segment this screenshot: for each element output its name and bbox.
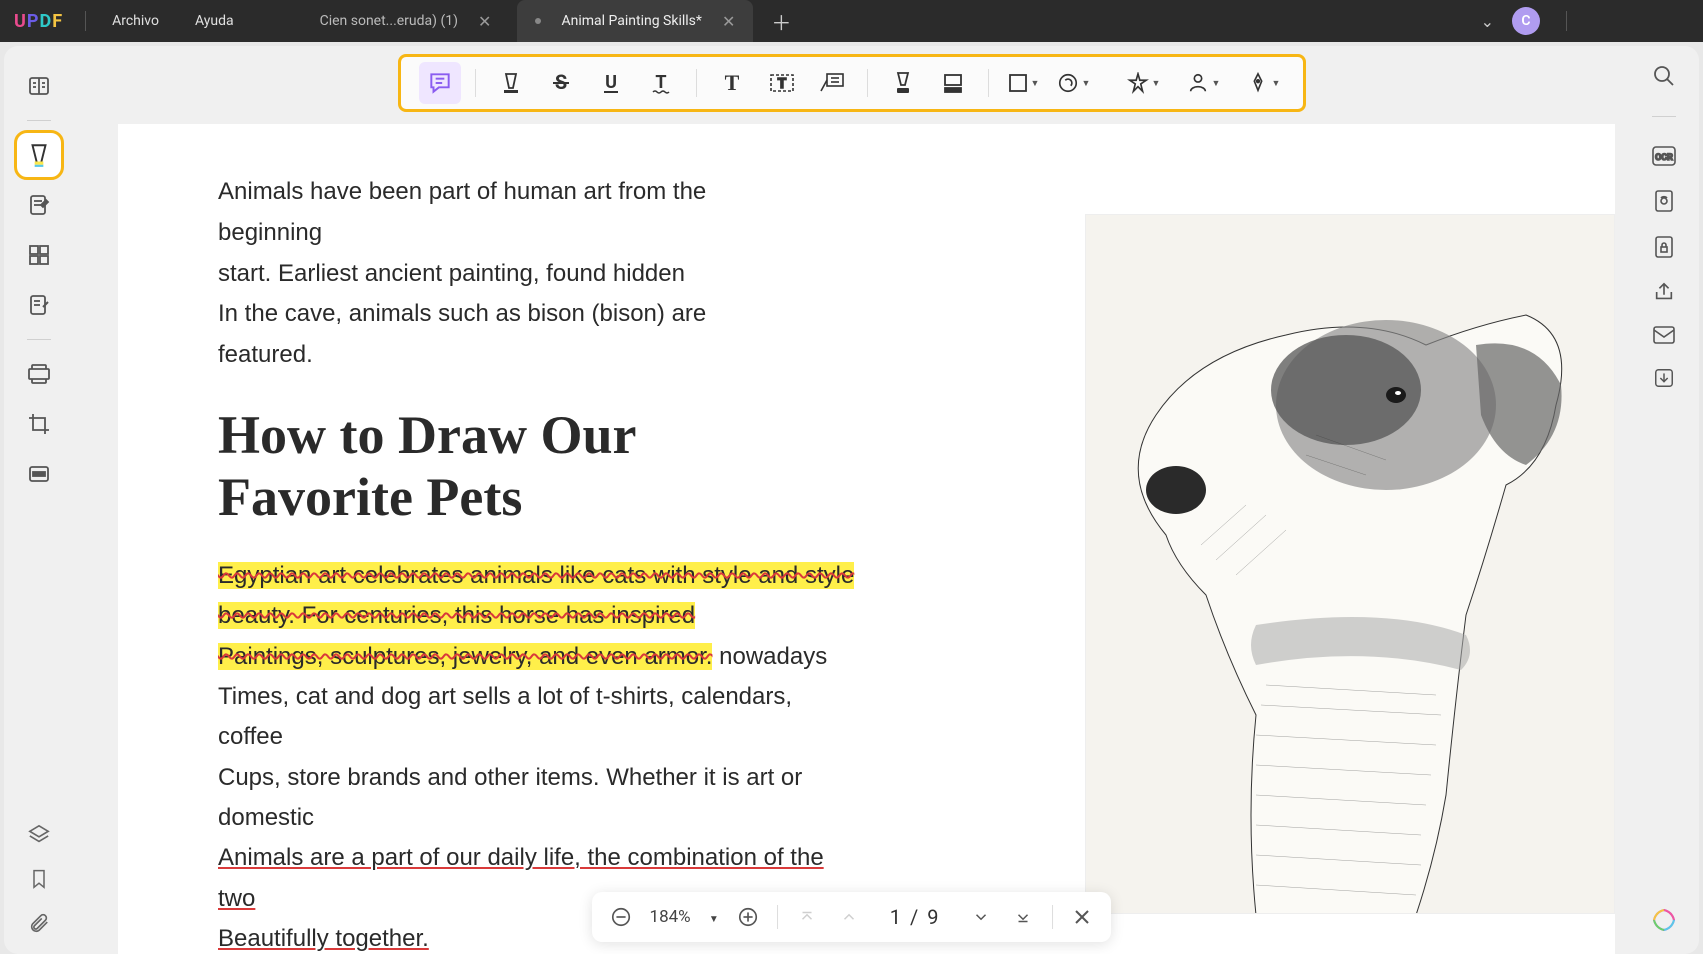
text-tool[interactable]: T <box>711 62 753 104</box>
tab-label: Animal Painting Skills* <box>561 13 701 29</box>
shape-tool[interactable]: ▼ <box>1003 62 1045 104</box>
document-page[interactable]: Animals have been part of human art from… <box>118 124 1615 954</box>
layers-button[interactable] <box>28 824 50 846</box>
left-sidebar <box>4 46 74 954</box>
titlebar: UPDF Archivo Ayuda Cien sonet...eruda) (… <box>0 0 1703 42</box>
close-icon[interactable]: ✕ <box>478 12 491 31</box>
menu-ayuda[interactable]: Ayuda <box>177 13 252 29</box>
save-button[interactable] <box>1653 367 1675 389</box>
zoom-level[interactable]: 184% ▼ <box>650 907 719 927</box>
dog-sketch-image <box>1085 214 1615 914</box>
last-page-button[interactable] <box>1010 904 1036 930</box>
close-button[interactable] <box>1669 11 1689 31</box>
svg-text:T: T <box>724 71 739 95</box>
area-tool[interactable] <box>932 62 974 104</box>
close-bar-button[interactable] <box>1069 904 1095 930</box>
page-indicator[interactable]: 1 / 9 <box>878 905 953 929</box>
highlight-tool[interactable] <box>490 62 532 104</box>
divider <box>1652 116 1676 117</box>
zoom-out-button[interactable] <box>608 904 634 930</box>
chevron-down-icon: ▼ <box>1272 78 1281 89</box>
next-page-button[interactable] <box>968 904 994 930</box>
ai-button[interactable] <box>1650 906 1678 934</box>
eraser-tool[interactable]: ▼ <box>1053 62 1095 104</box>
comment-mode-button[interactable] <box>17 133 61 177</box>
comment-toolbar: S U T T T ▼ ▼ ▼ ▼ ▼ <box>398 54 1306 112</box>
divider <box>27 339 51 340</box>
signature-tool[interactable]: ▼ <box>1183 62 1225 104</box>
prev-page-button[interactable] <box>836 904 862 930</box>
pen-tool[interactable]: ▼ <box>1243 62 1285 104</box>
chevron-down-icon: ▼ <box>1031 78 1040 89</box>
divider <box>475 69 476 97</box>
strikethrough-tool[interactable]: S <box>540 62 582 104</box>
reader-mode-button[interactable] <box>17 64 61 108</box>
chevron-down-icon: ▼ <box>1152 78 1161 89</box>
crop-button[interactable] <box>17 402 61 446</box>
divider <box>1566 11 1567 31</box>
dot-icon <box>535 18 541 24</box>
squiggly-tool[interactable]: T <box>640 62 682 104</box>
tab-inactive[interactable]: Cien sonet...eruda) (1) ✕ <box>302 0 510 42</box>
bottom-bar: 184% ▼ 1 / 9 <box>592 892 1112 942</box>
stamp-tool[interactable]: ▼ <box>1123 62 1165 104</box>
note-tool[interactable] <box>419 62 461 104</box>
divider <box>988 69 989 97</box>
redact-button[interactable] <box>17 452 61 496</box>
page-tools-button[interactable] <box>17 352 61 396</box>
forms-mode-button[interactable] <box>17 283 61 327</box>
ocr-button[interactable]: OCR <box>1651 145 1677 167</box>
edit-mode-button[interactable] <box>17 183 61 227</box>
app-logo: UPDF <box>0 11 77 32</box>
area-highlight-tool[interactable] <box>882 62 924 104</box>
mail-button[interactable] <box>1652 325 1676 345</box>
maximize-button[interactable] <box>1631 11 1651 31</box>
organize-mode-button[interactable] <box>17 233 61 277</box>
share-button[interactable] <box>1653 281 1675 303</box>
divider <box>27 120 51 121</box>
callout-tool[interactable] <box>811 62 853 104</box>
main-area: S U T T T ▼ ▼ ▼ ▼ ▼ Animals have been pa… <box>74 46 1629 954</box>
divider <box>777 905 778 929</box>
search-button[interactable] <box>1652 64 1676 88</box>
scan-button[interactable] <box>1653 189 1675 213</box>
avatar[interactable]: C <box>1512 7 1540 35</box>
svg-text:OCR: OCR <box>1655 153 1673 163</box>
protect-button[interactable] <box>1653 235 1675 259</box>
intro-text: Animals have been part of human art from… <box>218 172 778 376</box>
minimize-button[interactable] <box>1593 11 1613 31</box>
textbox-tool[interactable]: T <box>761 62 803 104</box>
zoom-in-button[interactable] <box>735 904 761 930</box>
svg-text:U: U <box>605 72 617 93</box>
right-sidebar: OCR <box>1629 46 1699 954</box>
bookmarks-button[interactable] <box>29 868 49 890</box>
svg-text:T: T <box>777 76 786 92</box>
divider <box>1052 905 1053 929</box>
workspace: S U T T T ▼ ▼ ▼ ▼ ▼ Animals have been pa… <box>4 46 1699 954</box>
close-icon[interactable]: ✕ <box>722 12 735 31</box>
divider <box>867 69 868 97</box>
divider <box>696 69 697 97</box>
chevron-down-icon[interactable]: ⌄ <box>1481 12 1494 31</box>
chevron-down-icon: ▼ <box>709 914 719 925</box>
tab-active[interactable]: Animal Painting Skills* ✕ <box>517 0 753 42</box>
first-page-button[interactable] <box>794 904 820 930</box>
divider <box>85 11 86 31</box>
new-tab-button[interactable]: ＋ <box>753 7 809 36</box>
underline-tool[interactable]: U <box>590 62 632 104</box>
chevron-down-icon: ▼ <box>1082 78 1091 89</box>
chevron-down-icon: ▼ <box>1212 78 1221 89</box>
menu-archivo[interactable]: Archivo <box>94 13 177 29</box>
tab-label: Cien sonet...eruda) (1) <box>320 13 458 29</box>
attachments-button[interactable] <box>28 912 50 934</box>
svg-text:T: T <box>655 72 666 93</box>
